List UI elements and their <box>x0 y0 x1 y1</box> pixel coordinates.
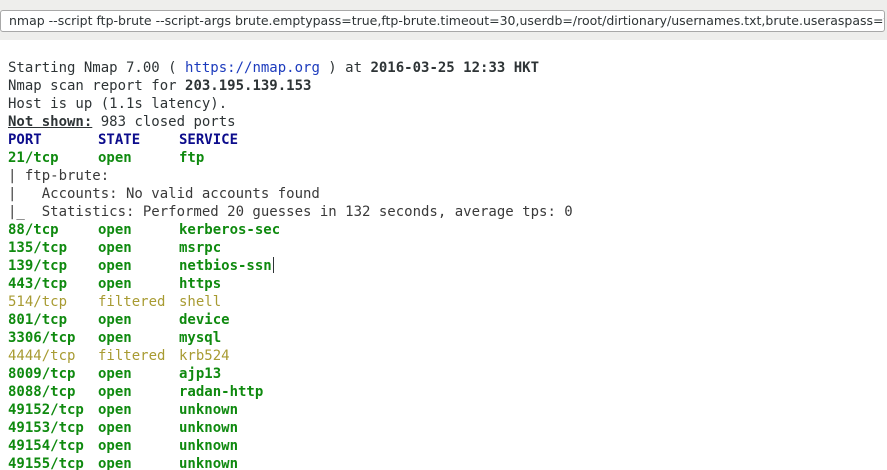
table-row: 4444/tcp filtered krb524 <box>8 348 230 364</box>
col-service: SERVICE <box>179 132 239 148</box>
not-shown-line: Not shown: 983 closed ports <box>8 114 236 130</box>
target-ip: 203.195.139.153 <box>185 78 312 94</box>
col-port: PORT <box>8 132 42 148</box>
nmap-link[interactable]: https://nmap.org <box>185 59 320 77</box>
script-output-line: | ftp-brute: <box>8 168 110 184</box>
terminal-output: Starting Nmap 7.00 ( https://nmap.org ) … <box>8 59 883 470</box>
table-row: 801/tcp open device <box>8 312 230 328</box>
table-header: PORT STATE SERVICE <box>8 131 883 149</box>
text-cursor <box>272 257 274 273</box>
report-line: Nmap scan report for 203.195.139.153 <box>8 78 312 94</box>
col-state: STATE <box>98 132 141 148</box>
start-line: Starting Nmap 7.00 ( https://nmap.org ) … <box>8 59 540 77</box>
table-row: 21/tcp open ftp <box>8 150 205 166</box>
table-row: 443/tcp open https <box>8 276 222 292</box>
command-input[interactable]: nmap --script ftp-brute --script-args br… <box>0 10 885 32</box>
table-row: 49154/tcp open unknown <box>8 438 239 454</box>
script-output-line: |_ Statistics: Performed 20 guesses in 1… <box>8 204 573 220</box>
table-row: 135/tcp open msrpc <box>8 240 222 256</box>
table-row: 3306/tcp open mysql <box>8 330 222 346</box>
command-bar: nmap --script ftp-brute --script-args br… <box>0 0 887 40</box>
scan-datetime: 2016-03-25 12:33 HKT <box>370 60 540 76</box>
table-row: 49153/tcp open unknown <box>8 420 239 436</box>
table-row: 139/tcp open netbios-ssn <box>8 257 274 274</box>
table-row: 8088/tcp open radan-http <box>8 384 264 400</box>
table-row: 49152/tcp open unknown <box>8 402 239 418</box>
table-row: 88/tcp open kerberos-sec <box>8 222 281 238</box>
table-row: 514/tcp filtered shell <box>8 294 222 310</box>
table-row: 8009/tcp open ajp13 <box>8 366 222 382</box>
script-output-line: | Accounts: No valid accounts found <box>8 186 320 202</box>
table-row: 49155/tcp open unknown <box>8 456 239 470</box>
host-up-line: Host is up (1.1s latency). <box>8 96 228 112</box>
